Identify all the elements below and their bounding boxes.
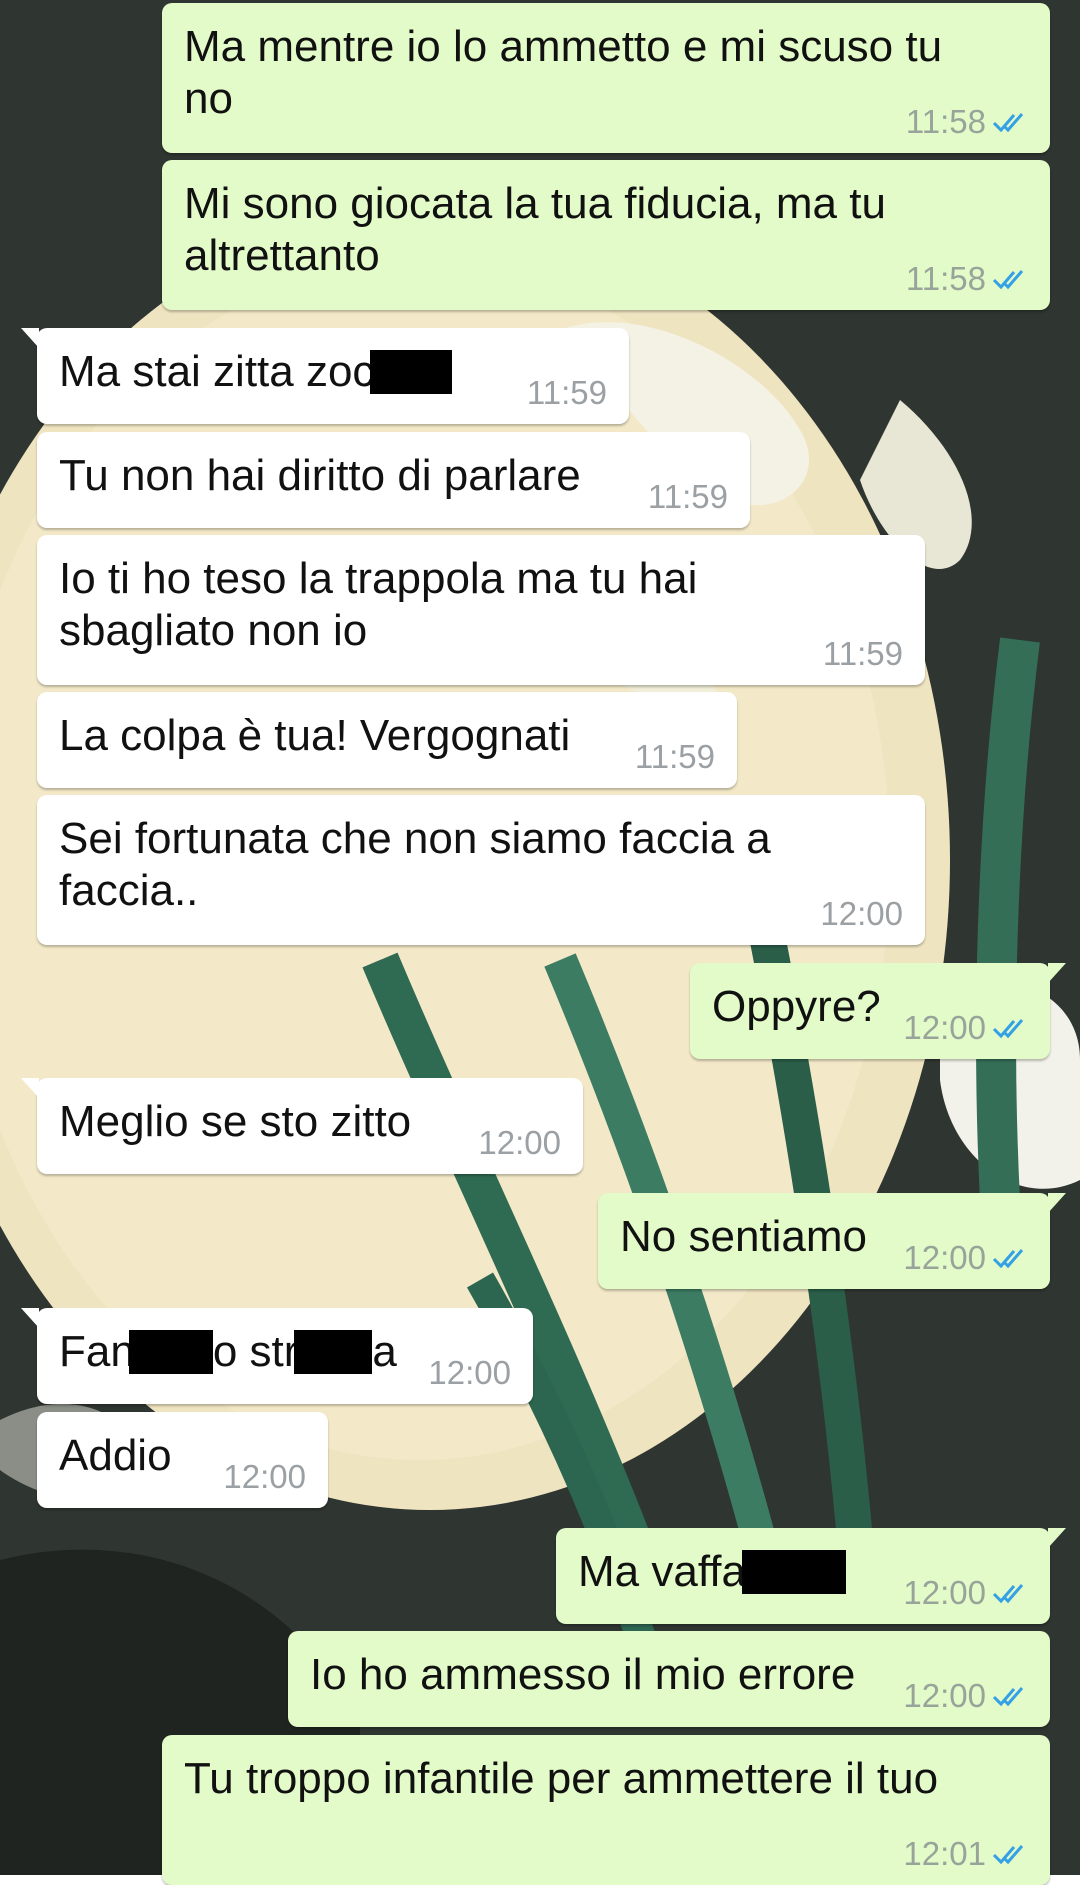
message-meta: 12:01	[903, 1835, 1028, 1873]
message-text: Ma stai zitta zoc	[59, 346, 607, 398]
message-text: Tu troppo infantile per ammettere il tuo	[184, 1754, 939, 1803]
incoming-message[interactable]: Tu non hai diritto di parlare 11:59	[37, 432, 750, 528]
double-check-icon	[992, 113, 1024, 133]
redaction-box	[128, 1330, 213, 1374]
message-timestamp: 12:00	[903, 1009, 986, 1046]
incoming-message[interactable]: Ma stai zitta zoc 11:59	[21, 328, 629, 424]
incoming-message[interactable]: La colpa è tua! Vergognati 11:59	[37, 692, 737, 788]
message-timestamp: 12:00	[903, 1677, 986, 1714]
outgoing-message[interactable]: Oppyre? 12:00	[690, 963, 1066, 1059]
message-meta: 11:59	[823, 635, 903, 673]
double-check-icon	[992, 1845, 1024, 1865]
outgoing-message[interactable]: Tu troppo infantile per ammettere il tuo…	[162, 1735, 1050, 1885]
incoming-message[interactable]: Addio 12:00	[37, 1412, 328, 1508]
message-text-part: Ma stai zitta zoc	[59, 347, 375, 396]
message-text-part: Ma vaffa	[578, 1547, 746, 1596]
redaction-box	[741, 1550, 846, 1594]
outgoing-message[interactable]: Io ho ammesso il mio errore 12:00	[288, 1631, 1050, 1727]
message-timestamp: 11:58	[905, 103, 986, 140]
incoming-message[interactable]: Io ti ho teso la trappola ma tu hai sbag…	[37, 535, 925, 685]
message-meta: 11:58	[906, 103, 1028, 141]
message-text: Io ti ho teso la trappola ma tu hai sbag…	[59, 554, 698, 655]
message-text: La colpa è tua! Vergognati	[59, 711, 571, 760]
message-meta: 12:00	[428, 1354, 511, 1392]
incoming-message[interactable]: Fan o str a 12:00	[21, 1308, 533, 1404]
incoming-message[interactable]: Sei fortunata che non siamo faccia a fac…	[37, 795, 925, 945]
message-timestamp: 11:59	[647, 478, 728, 515]
double-check-icon	[992, 1687, 1024, 1707]
message-timestamp: 12:00	[903, 1574, 986, 1611]
message-timestamp: 12:01	[903, 1835, 986, 1872]
message-text: Tu non hai diritto di parlare	[59, 451, 581, 500]
message-meta: 11:58	[906, 260, 1028, 298]
redaction-box	[370, 350, 453, 394]
message-meta: 11:59	[648, 478, 728, 516]
incoming-message[interactable]: Meglio se sto zitto 12:00	[21, 1078, 583, 1174]
message-timestamp: 12:00	[428, 1354, 511, 1391]
outgoing-message[interactable]: Mi sono giocata la tua fiducia, ma tu al…	[162, 160, 1050, 310]
message-meta: 12:00	[903, 1574, 1028, 1612]
message-meta: 12:00	[820, 895, 903, 933]
message-timestamp: 11:59	[526, 374, 607, 411]
double-check-icon	[992, 1019, 1024, 1039]
outgoing-message[interactable]: No sentiamo 12:00	[598, 1193, 1066, 1289]
message-text-part: a	[372, 1327, 397, 1376]
message-text: Mi sono giocata la tua fiducia, ma tu al…	[184, 179, 886, 280]
double-check-icon	[992, 1584, 1024, 1604]
message-text-part: o str	[212, 1327, 299, 1376]
message-text-part: Fan	[59, 1327, 135, 1376]
message-timestamp: 11:59	[822, 635, 903, 672]
message-meta: 11:59	[635, 738, 715, 776]
outgoing-message[interactable]: Ma vaffa 12:00	[556, 1528, 1066, 1624]
message-timestamp: 12:00	[820, 895, 903, 932]
double-check-icon	[992, 270, 1024, 290]
message-list[interactable]: Ma mentre io lo ammetto e mi scuso tu no…	[0, 0, 1080, 1885]
message-meta: 12:00	[903, 1009, 1028, 1047]
message-timestamp: 11:58	[905, 260, 986, 297]
message-timestamp: 12:00	[903, 1239, 986, 1276]
redaction-box	[294, 1330, 373, 1374]
outgoing-message[interactable]: Ma mentre io lo ammetto e mi scuso tu no…	[162, 3, 1050, 153]
message-meta: 12:00	[903, 1677, 1028, 1715]
message-timestamp: 12:00	[478, 1124, 561, 1161]
message-text: Ma mentre io lo ammetto e mi scuso tu no	[184, 22, 943, 123]
message-meta: 12:00	[903, 1239, 1028, 1277]
message-meta: 12:00	[223, 1458, 306, 1496]
message-text: Sei fortunata che non siamo faccia a fac…	[59, 814, 771, 915]
double-check-icon	[992, 1249, 1024, 1269]
message-timestamp: 11:59	[634, 738, 715, 775]
message-meta: 11:59	[527, 374, 607, 412]
message-timestamp: 12:00	[223, 1458, 306, 1495]
message-meta: 12:00	[478, 1124, 561, 1162]
